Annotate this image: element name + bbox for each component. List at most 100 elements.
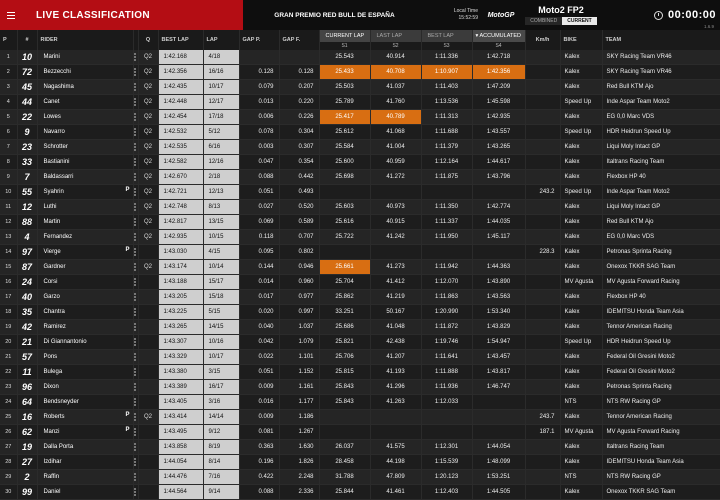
lap-cell: 10/17	[203, 79, 240, 96]
col-gap-f[interactable]: GAP F.	[279, 30, 320, 50]
drag-handle-icon[interactable]	[134, 185, 137, 199]
drag-handle-icon[interactable]	[134, 110, 137, 124]
drag-handle-icon[interactable]	[134, 410, 137, 424]
drag-handle-icon[interactable]	[134, 155, 137, 169]
col-rider[interactable]: RIDER	[37, 30, 134, 50]
tab-combined[interactable]: COMBINED	[525, 17, 563, 25]
drag-handle-icon[interactable]	[134, 95, 137, 109]
speed-cell	[525, 124, 561, 141]
drag-handle-icon[interactable]	[134, 425, 137, 439]
table-row[interactable]: 25 16 Roberts P Q2 1:43.414 14/14 0.009 1.186 243…	[0, 409, 720, 426]
hamburger-menu-icon[interactable]	[0, 0, 22, 30]
table-row[interactable]: 2 72 Bezzecchi Q2 1:42.356 16/16 0.128 0.128 25.…	[0, 64, 720, 81]
table-row[interactable]: 9 7 Baldassarri Q2 1:42.670 2/18 0.088 0.442 25.…	[0, 169, 720, 186]
table-row[interactable]: 10 55 Syahrin P Q2 1:42.721 12/13 0.051 0.493 243…	[0, 184, 720, 201]
col-lap[interactable]: LAP	[203, 30, 240, 50]
sector-mode-dropdown[interactable]: ▾ ACCUMULATED	[472, 30, 526, 42]
table-row[interactable]: 18 35 Chantra 1:43.225 5/15 0.020 0.997 33.251 5…	[0, 304, 720, 321]
col-kmh[interactable]: Km/h	[525, 30, 561, 50]
drag-handle-icon[interactable]	[134, 365, 137, 379]
drag-handle-icon[interactable]	[134, 80, 137, 94]
col-best-lap[interactable]: BEST LAP	[158, 30, 204, 50]
table-row[interactable]: 23 96 Dixon 1:43.389 16/17 0.009 1.161 25.843 41…	[0, 379, 720, 396]
table-row[interactable]: 17 40 Garzo 1:43.205 15/18 0.017 0.977 25.862 41…	[0, 289, 720, 306]
pos-cell: 22	[0, 364, 18, 381]
rider-name-text: Marini	[43, 54, 60, 61]
table-row[interactable]: 22 11 Bulega 1:43.380 3/15 0.051 1.152 25.815 41…	[0, 364, 720, 381]
tab-last-lap[interactable]: LAST LAP	[370, 30, 422, 42]
table-row[interactable]: 27 19 Dalla Porta 1:43.858 8/19 0.363 1.630 26.…	[0, 439, 720, 456]
rider-name-text: Nagashima	[43, 84, 74, 91]
bike-cell: Kalex	[560, 79, 603, 96]
rider-name: Dixon	[37, 379, 134, 396]
rider-name-text: Dixon	[43, 384, 59, 391]
col-pos[interactable]: P	[0, 30, 18, 50]
rider-name: Baldassarri	[37, 169, 134, 186]
drag-handle-icon[interactable]	[134, 275, 137, 289]
table-row[interactable]: 15 87 Gardner Q2 1:43.174 10/14 0.144 0.946 25.6…	[0, 259, 720, 276]
drag-handle-icon[interactable]	[134, 335, 137, 349]
sector-2-cell: 41.296	[370, 379, 422, 396]
drag-handle-icon[interactable]	[134, 485, 137, 499]
drag-handle-icon[interactable]	[134, 65, 137, 79]
bike-cell: Kalex	[560, 304, 603, 321]
table-row[interactable]: 20 21 Di Giannantonio 1:43.307 10/16 0.042 1.0…	[0, 334, 720, 351]
table-row[interactable]: 4 44 Canet Q2 1:42.448 12/17 0.013 0.220 25.789 4…	[0, 94, 720, 111]
table-row[interactable]: 26 62 Manzi P 1:43.495 9/12 0.081 1.267 187.1 MV …	[0, 424, 720, 441]
bike-cell: Kalex	[560, 484, 603, 500]
rider-number: 42	[17, 319, 38, 336]
drag-handle-icon[interactable]	[134, 470, 137, 484]
table-row[interactable]: 12 88 Martin Q2 1:42.817 13/15 0.069 0.589 25.61…	[0, 214, 720, 231]
rider-name: Bastianini	[37, 154, 134, 171]
drag-handle-icon[interactable]	[134, 125, 137, 139]
col-team[interactable]: TEAM	[602, 30, 720, 50]
table-row[interactable]: 13 4 Fernandez Q2 1:42.935 10/15 0.118 0.707 25.…	[0, 229, 720, 246]
drag-handle-icon[interactable]	[134, 200, 137, 214]
table-row[interactable]: 11 12 Luthi Q2 1:42.748 8/13 0.027 0.520 25.603 4…	[0, 199, 720, 216]
drag-handle-icon[interactable]	[134, 350, 137, 364]
drag-handle-icon[interactable]	[134, 245, 137, 259]
col-bike[interactable]: BIKE	[560, 30, 603, 50]
rider-number: 10	[17, 50, 38, 66]
table-row[interactable]: 30 99 Daniel 1:44.564 9/14 0.088 2.336 25.844 41…	[0, 484, 720, 500]
col-gap-p[interactable]: GAP P.	[239, 30, 280, 50]
table-row[interactable]: 14 97 Vierge P 1:43.030 4/15 0.095 0.802 228.3 Ka…	[0, 244, 720, 261]
drag-handle-icon[interactable]	[134, 395, 137, 409]
table-row[interactable]: 16 24 Corsi 1:43.188 15/17 0.014 0.960 25.704 41…	[0, 274, 720, 291]
drag-handle-icon[interactable]	[134, 215, 137, 229]
table-row[interactable]: 21 57 Pons 1:43.329 10/17 0.022 1.101 25.706 41.…	[0, 349, 720, 366]
table-row[interactable]: 3 45 Nagashima Q2 1:42.435 10/17 0.079 0.207 25.…	[0, 79, 720, 96]
table-row[interactable]: 7 23 Schrotter Q2 1:42.535 6/16 0.003 0.307 25.5…	[0, 139, 720, 156]
rider-name: Garzo	[37, 289, 134, 306]
drag-handle-icon[interactable]	[134, 305, 137, 319]
drag-handle-icon[interactable]	[134, 440, 137, 454]
team-cell: SKY Racing Team VR46	[602, 50, 720, 66]
table-row[interactable]: 29 2 Raffin 1:44.476 7/16 0.422 2.248 31.788 47.…	[0, 469, 720, 486]
drag-handle-icon[interactable]	[134, 290, 137, 304]
drag-handle-icon[interactable]	[134, 380, 137, 394]
drag-handle-icon[interactable]	[134, 260, 137, 274]
sector-1-cell: 25.616	[319, 214, 371, 231]
drag-handle-icon[interactable]	[134, 50, 137, 64]
drag-handle-icon[interactable]	[134, 455, 137, 469]
table-row[interactable]: 1 10 Marini Q2 1:42.168 4/18 25.543 40.914 1:11.…	[0, 50, 720, 66]
table-row[interactable]: 8 33 Bastianini Q2 1:42.582 12/16 0.047 0.354 25…	[0, 154, 720, 171]
table-row[interactable]: 19 42 Ramirez 1:43.265 14/15 0.040 1.037 25.686…	[0, 319, 720, 336]
drag-handle-icon[interactable]	[134, 170, 137, 184]
best-lap-cell: 1:43.225	[158, 304, 204, 321]
tab-best-lap[interactable]: BEST LAP	[421, 30, 473, 42]
tab-current[interactable]: CURRENT	[562, 17, 597, 25]
sector-1-cell: 25.722	[319, 229, 371, 246]
sector-3-cell: 1:12.070	[421, 274, 473, 291]
drag-handle-icon[interactable]	[134, 320, 137, 334]
speed-cell	[525, 214, 561, 231]
table-row[interactable]: 24 64 Bendsneyder 1:43.405 3/16 0.016 1.177 25.…	[0, 394, 720, 411]
tab-current-lap[interactable]: CURRENT LAP	[319, 30, 371, 42]
col-number[interactable]: #	[17, 30, 38, 50]
table-row[interactable]: 28 27 Izdihar 1:44.054 8/14 0.196 1.826 28.458 4…	[0, 454, 720, 471]
drag-handle-icon[interactable]	[134, 140, 137, 154]
drag-handle-icon[interactable]	[134, 230, 137, 244]
col-q[interactable]: Q	[138, 30, 159, 50]
table-row[interactable]: 5 22 Lowes Q2 1:42.454 17/18 0.006 0.226 25.417 4…	[0, 109, 720, 126]
table-row[interactable]: 6 9 Navarro Q2 1:42.532 5/12 0.078 0.304 25.612 4…	[0, 124, 720, 141]
